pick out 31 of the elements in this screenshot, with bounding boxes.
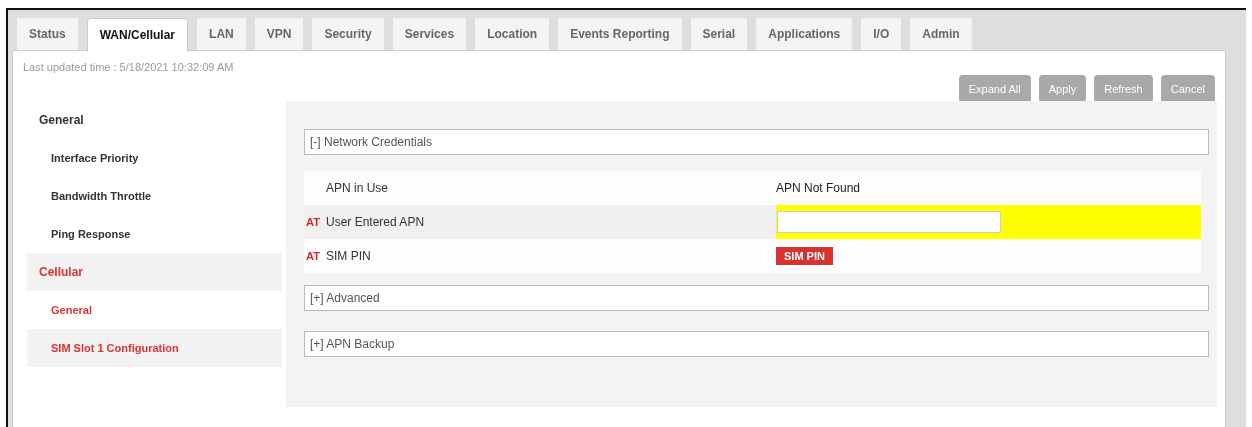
tab[interactable]: WAN/Cellular xyxy=(86,18,189,52)
field-label: User Entered APN xyxy=(326,215,425,229)
tab[interactable]: I/O xyxy=(861,18,902,50)
tab[interactable]: LAN xyxy=(197,18,246,50)
tab[interactable]: Serial xyxy=(690,18,748,50)
section-header[interactable]: [-] Network Credentials xyxy=(304,129,1209,155)
sidebar-item[interactable]: SIM Slot 1 Configuration xyxy=(27,329,282,367)
sidebar-item[interactable]: Cellular xyxy=(27,253,282,291)
at-marker: AT xyxy=(306,216,321,228)
tab[interactable]: Status xyxy=(17,18,78,50)
section-header[interactable]: [+] Advanced xyxy=(304,285,1209,311)
sidebar-item[interactable]: Interface Priority xyxy=(27,139,282,177)
field-label: APN in Use xyxy=(326,181,389,195)
field-label: SIM PIN xyxy=(326,249,371,263)
tab[interactable]: Security xyxy=(312,18,384,50)
sidebar-item[interactable]: General xyxy=(27,291,282,329)
tab[interactable]: Location xyxy=(475,18,550,50)
tab[interactable]: Admin xyxy=(910,18,972,50)
apn-input-field[interactable] xyxy=(777,211,1001,233)
last-updated-text: Last updated time : 5/18/2021 10:32:09 AM xyxy=(23,61,234,73)
section-header[interactable]: [+] APN Backup xyxy=(304,331,1209,357)
tab[interactable]: VPN xyxy=(254,18,304,50)
field-value: APN Not Found xyxy=(776,181,861,195)
at-marker: AT xyxy=(306,250,321,262)
sidebar-item[interactable]: General xyxy=(27,101,282,139)
sidebar-item[interactable]: Bandwidth Throttle xyxy=(27,177,282,215)
tab[interactable]: Events Reporting xyxy=(558,18,682,50)
sim-pin-button[interactable]: SIM PIN xyxy=(776,247,833,265)
tab[interactable]: Services xyxy=(392,18,467,50)
sidebar-item[interactable]: Ping Response xyxy=(27,215,282,253)
tab[interactable]: Applications xyxy=(756,18,853,50)
